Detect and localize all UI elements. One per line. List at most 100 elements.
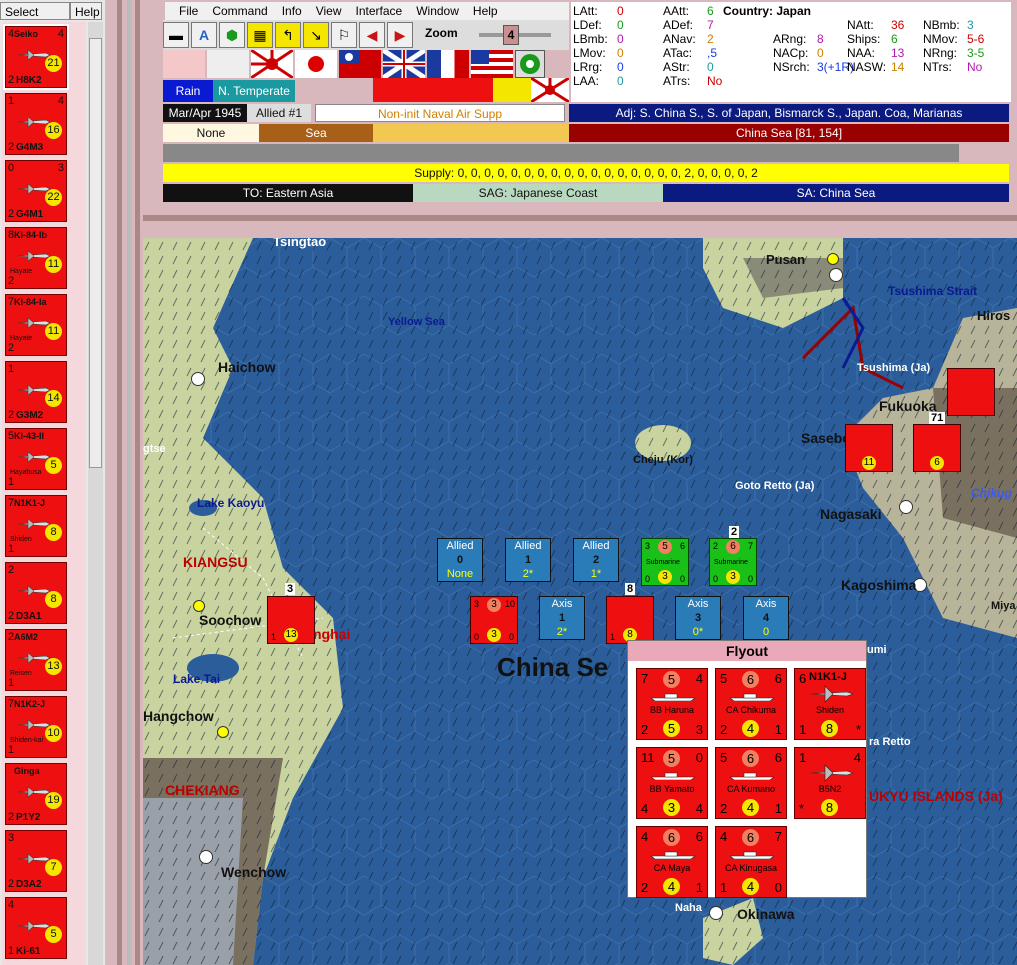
tank-icon[interactable]: ▬ xyxy=(163,22,189,48)
air-unit-card[interactable]: 4 4 Seiko 21 2 H8K2 xyxy=(3,24,69,90)
help-button[interactable]: Help xyxy=(70,2,102,20)
flyout-unit-card[interactable]: 4 6 7 CA Kinugasa 1 4 0 xyxy=(715,826,787,898)
pointer-icon[interactable]: ↘ xyxy=(303,22,329,48)
port-marker[interactable] xyxy=(709,906,723,920)
select-button[interactable]: Select xyxy=(0,2,70,20)
flag-icon[interactable]: ⚐ xyxy=(331,22,357,48)
flag-icon[interactable] xyxy=(163,50,205,78)
axis-box-4[interactable]: Axis 4 0 xyxy=(743,596,789,640)
air-unit-card[interactable]: 1 14 2 G3M2 xyxy=(5,361,67,423)
arrow-left-icon[interactable]: ◀ xyxy=(359,22,385,48)
flyout-unit-card[interactable]: 11 5 0 BB Yamato 4 3 4 xyxy=(636,747,708,819)
germany-flag-icon[interactable] xyxy=(207,50,249,78)
china-flag-icon[interactable] xyxy=(339,50,381,78)
port-marker[interactable] xyxy=(199,850,213,864)
port-marker[interactable] xyxy=(899,500,913,514)
route-icon[interactable]: ↰ xyxy=(275,22,301,48)
hinomaru-icon xyxy=(308,56,324,72)
flyout-unit-card[interactable]: 5 6 6 CA Kumano 2 4 1 xyxy=(715,747,787,819)
arrow-right-icon[interactable]: ▶ xyxy=(387,22,413,48)
france-flag-icon[interactable] xyxy=(427,50,469,78)
map-label-shanghai: nghai xyxy=(313,626,351,642)
toolbar: ▬ A ⬢ ▦ ↰ ↘ ⚐ ◀ ▶ Zoom 4 xyxy=(163,20,569,50)
game-map[interactable]: Tsingtao Yellow Sea Haichow gtse Pusan T… xyxy=(143,238,1017,965)
text-a-icon[interactable]: A xyxy=(191,22,217,48)
air-unit-card[interactable]: 3 7 2 D3A2 xyxy=(5,830,67,892)
flyout-unit-card[interactable]: 1 4 B5N2 * 8 xyxy=(794,747,866,819)
allied-box-1[interactable]: Allied 1 2* xyxy=(505,538,551,582)
flyout-unit-card[interactable]: 5 6 6 CA Chikuma 2 4 1 xyxy=(715,668,787,740)
axis-box-3[interactable]: Axis 3 0* xyxy=(675,596,721,640)
box-sub: 2* xyxy=(556,626,568,638)
city-marker[interactable] xyxy=(191,372,205,386)
submarine-counter[interactable]: 356 Submarine 030 xyxy=(641,538,689,586)
menu-item-view[interactable]: View xyxy=(316,4,342,18)
grid-icon[interactable]: ▦ xyxy=(247,22,273,48)
menu-item-file[interactable]: File xyxy=(179,4,198,18)
japan-flag-icon[interactable] xyxy=(530,76,570,104)
port-marker[interactable] xyxy=(829,268,843,282)
flyout-unit-card[interactable]: 4 6 6 CA Maya 2 4 1 xyxy=(636,826,708,898)
air-unit-card[interactable]: 8 Ki-84-Ib Hayate 11 2 xyxy=(5,227,67,289)
submarine-counter[interactable]: 267 Submarine 030 xyxy=(709,538,757,586)
menu-item-interface[interactable]: Interface xyxy=(356,4,403,18)
box-number: 1 xyxy=(558,612,566,624)
allied-box-0[interactable]: Allied 0 None xyxy=(437,538,483,582)
unit-stat: 4 xyxy=(853,750,861,765)
air-stack-counter[interactable]: 18 xyxy=(606,596,654,644)
air-unit-card[interactable]: 4 5 1 Ki-61 xyxy=(5,897,67,959)
japan-naval-flag-icon[interactable] xyxy=(250,48,294,80)
splitter-rail[interactable] xyxy=(127,0,132,965)
unit-stat: 4 xyxy=(641,829,649,844)
air-unit-card[interactable]: 1 4 16 2 G4M3 xyxy=(5,93,67,155)
city-marker[interactable] xyxy=(193,600,205,612)
splitter-rail[interactable] xyxy=(135,0,140,965)
uk-flag-icon[interactable] xyxy=(381,47,427,81)
air-counter-shanghai[interactable]: 1 13 xyxy=(267,596,315,644)
box-sub: None xyxy=(446,568,474,580)
air-unit-card[interactable]: 7 N1K1-J Shiden 8 1 xyxy=(5,495,67,557)
map-label-wenchow: Wenchow xyxy=(221,864,287,880)
menu-item-info[interactable]: Info xyxy=(282,4,302,18)
zoom-slider-thumb[interactable]: 4 xyxy=(503,25,519,45)
scrollbar-thumb[interactable] xyxy=(89,38,102,468)
menu-item-command[interactable]: Command xyxy=(212,4,267,18)
menu-item-window[interactable]: Window xyxy=(416,4,459,18)
stat-key: ANav: xyxy=(663,32,696,46)
flyout-unit-card[interactable]: 6 N1K1-J Shiden 1 8 * xyxy=(794,668,866,740)
unit-stat: 4 xyxy=(57,28,64,40)
air-counter-sasebo[interactable]: 11 xyxy=(845,424,893,472)
air-unit-card[interactable]: 2 A6M2 Reisen 13 1 xyxy=(5,629,67,691)
air-unit-card[interactable]: 2 8 2 D3A1 xyxy=(5,562,67,624)
army-counter-hiroshima[interactable] xyxy=(947,368,995,416)
unit-stat: 1 xyxy=(8,744,15,756)
splitter-rail[interactable] xyxy=(117,0,122,965)
allied-box-2[interactable]: Allied 2 1* xyxy=(573,538,619,582)
air-unit-card[interactable]: Ginga 19 2 P1Y2 xyxy=(5,763,67,825)
air-unit-card[interactable]: 7 N1K2-J Shiden-kai 10 1 xyxy=(5,696,67,758)
japan-flag-icon[interactable] xyxy=(295,50,337,78)
flyout-title[interactable]: Flyout xyxy=(628,641,866,661)
flyout-unit-card[interactable]: 7 5 4 BB Haruna 2 5 3 xyxy=(636,668,708,740)
axis-box-1[interactable]: Axis 1 2* xyxy=(539,596,585,640)
unit-stat: 4 xyxy=(57,95,64,107)
rising-sun-icon xyxy=(250,48,294,80)
air-counter-fukuoka[interactable]: 6 xyxy=(913,424,961,472)
unit-stat: 3 xyxy=(695,722,703,737)
menu-item-help[interactable]: Help xyxy=(473,4,498,18)
unit-title: N1K1-J xyxy=(809,671,847,683)
air-unit-card[interactable]: 5 Ki-43-II Hayabusa 5 1 xyxy=(5,428,67,490)
stat-key: ADef: xyxy=(663,18,694,32)
usa-flag-icon[interactable] xyxy=(471,50,513,78)
city-marker[interactable] xyxy=(827,253,839,265)
air-unit-card[interactable]: 7 Ki-84-Ia Hayate 11 2 xyxy=(5,294,67,356)
naval-stack-counter[interactable]: 3 3 10 030 xyxy=(470,596,518,644)
air-unit-card[interactable]: 0 3 22 2 G4M1 xyxy=(5,160,67,222)
hex-icon[interactable]: ⬢ xyxy=(219,22,245,48)
stat-key: NMov: xyxy=(923,32,958,46)
unit-stat: 6 xyxy=(695,829,703,844)
city-marker[interactable] xyxy=(217,726,229,738)
stat-key: ATrs: xyxy=(663,74,691,88)
splitter-rail[interactable] xyxy=(143,215,1017,221)
target-icon[interactable] xyxy=(515,50,545,78)
